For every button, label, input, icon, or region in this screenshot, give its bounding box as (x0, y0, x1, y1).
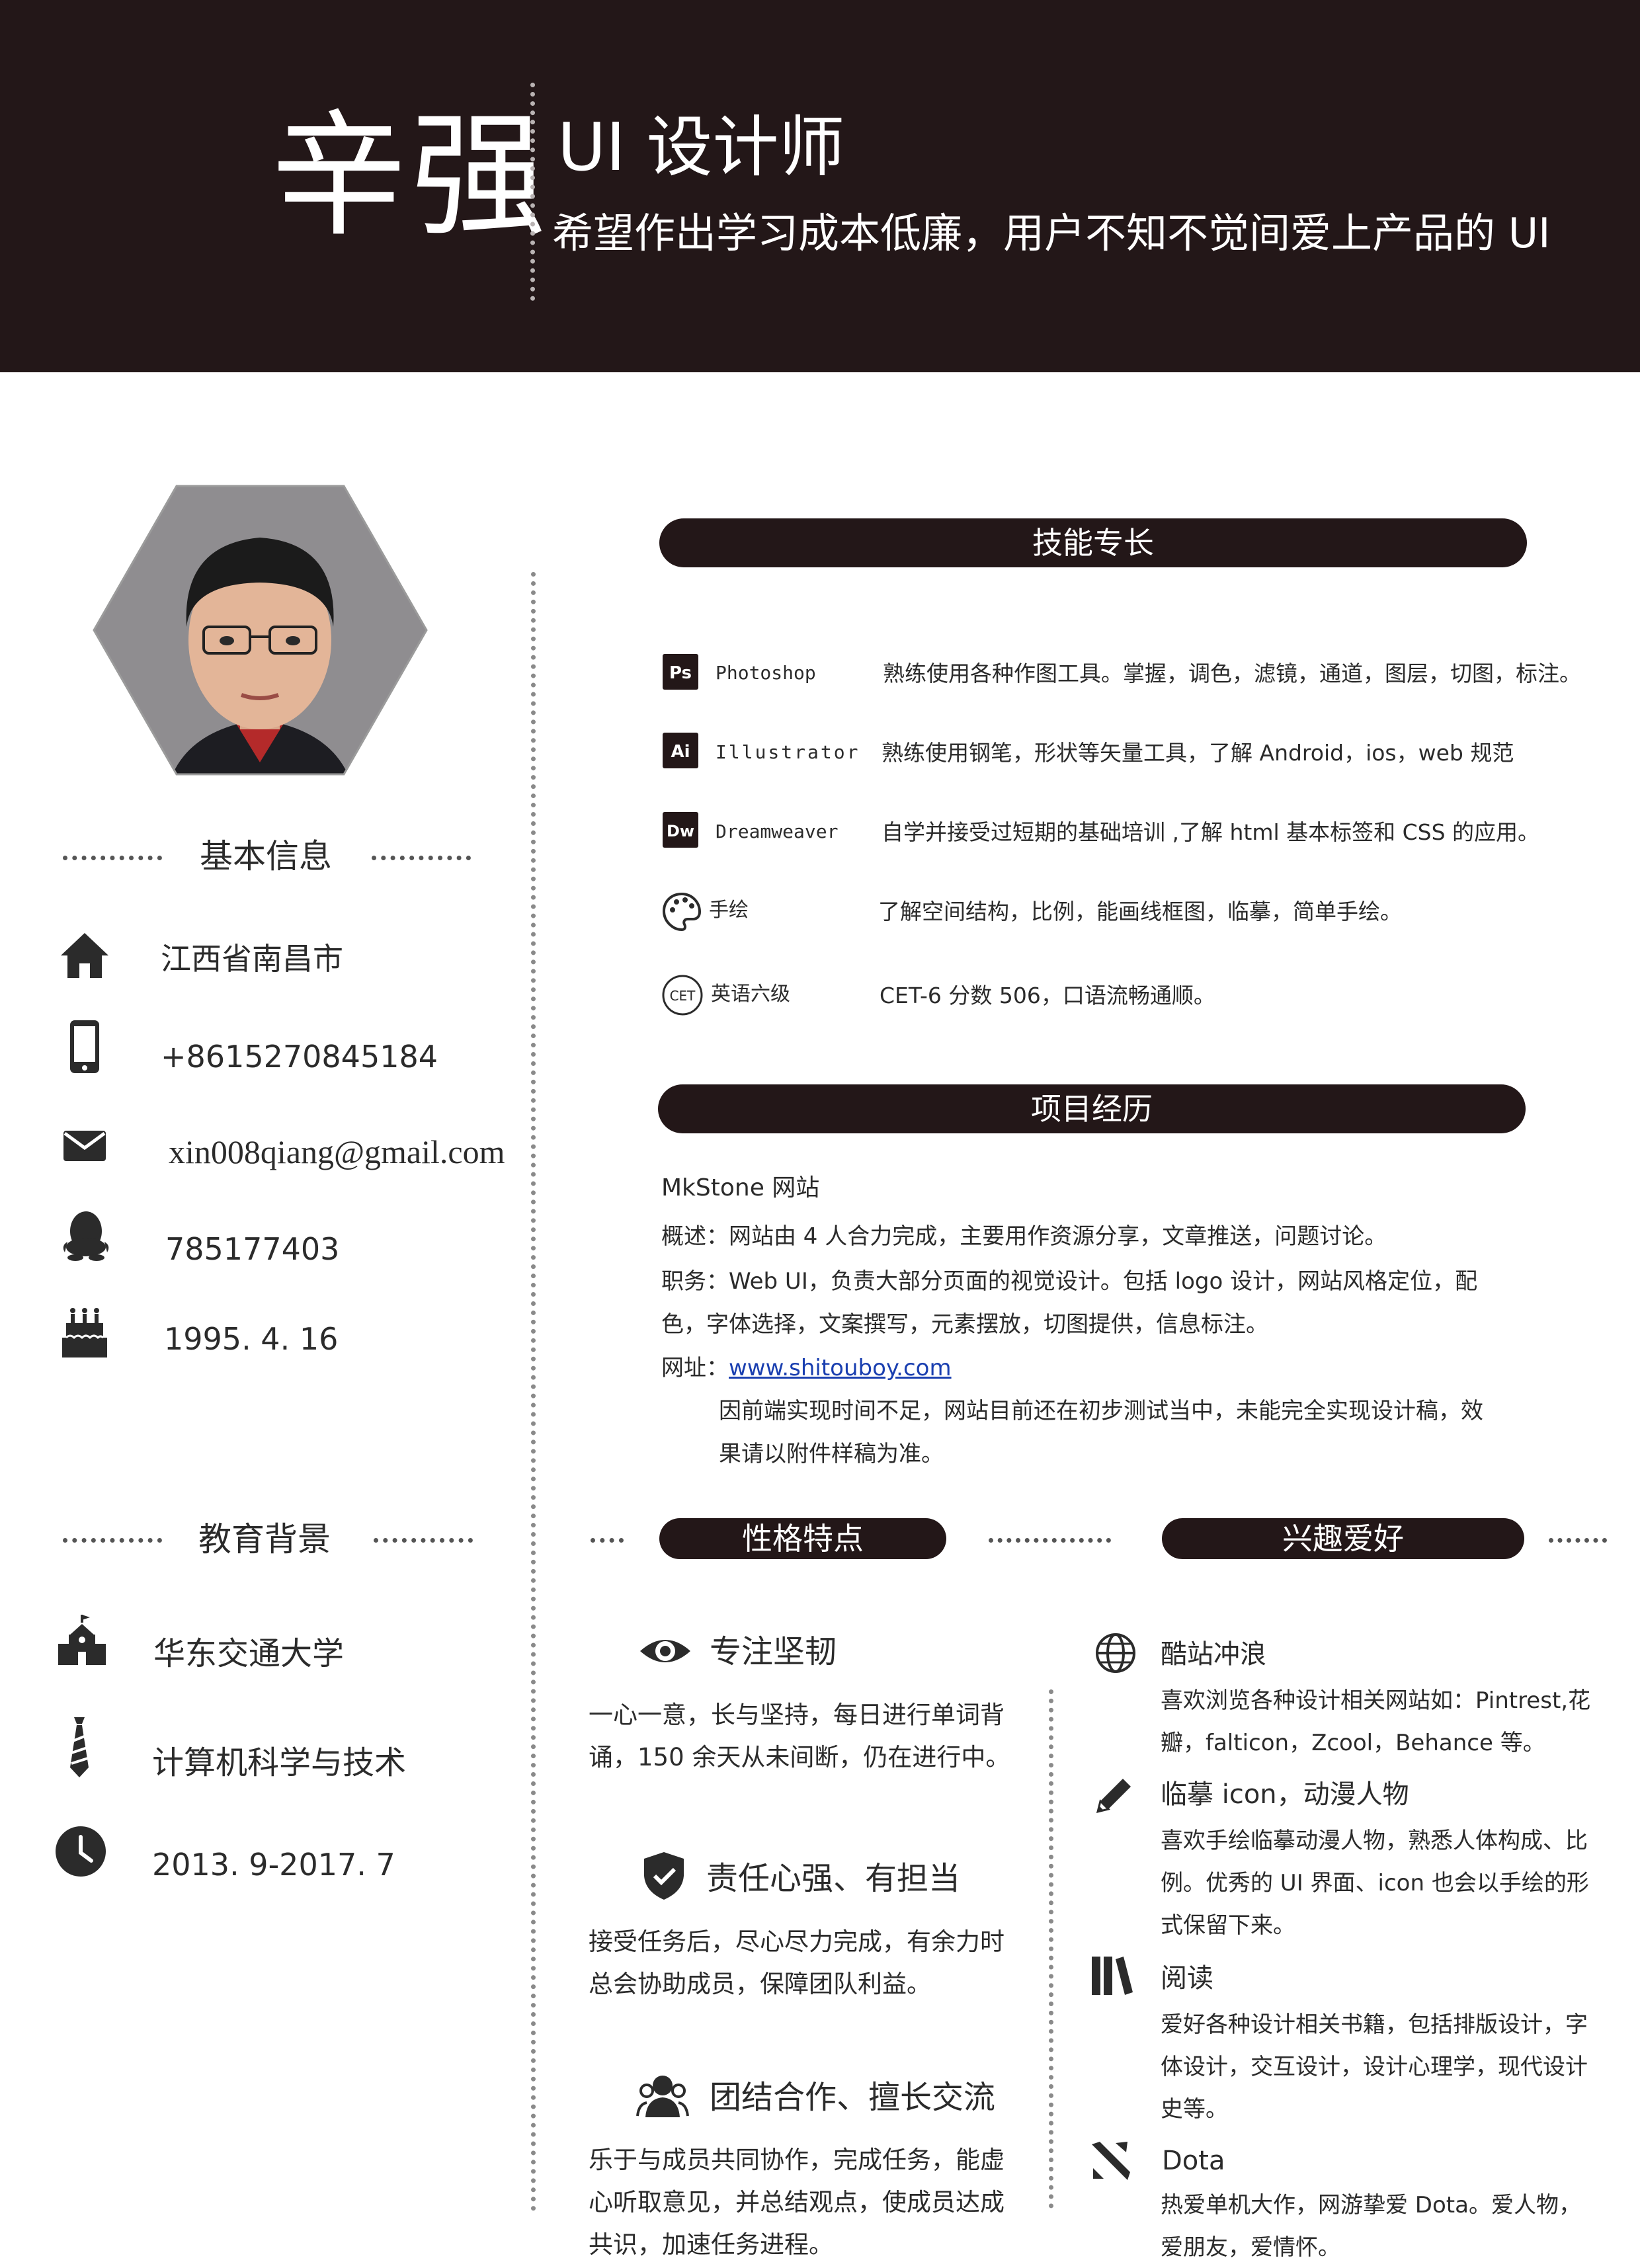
globe-icon (1092, 1630, 1139, 1676)
projects-section-header: 项目经历 (658, 1084, 1526, 1133)
skill-desc-handdrawing: 了解空间结构，比例，能画线框图，临摹，简单手绘。 (878, 899, 1402, 924)
hobby-desc-reading: 爱好各种设计相关书籍，包括排版设计，字体设计，交互设计，设计心理学，现代设计史等… (1161, 2011, 1588, 2123)
study-period-text: 2013. 9-2017. 7 (152, 1847, 395, 1883)
cet-icon: CET (661, 974, 704, 1016)
hobby-title-drawing: 临摹 icon，动漫人物 (1161, 1779, 1409, 1810)
skill-desc-illustrator: 熟练使用钢笔，形状等矢量工具，了解 Android，ios，web 规范 (882, 740, 1514, 766)
project-note-line2: 果请以附件样稿为准。 (719, 1441, 944, 1467)
left-column-divider (531, 572, 536, 2212)
skill-name-cet6: 英语六级 (711, 983, 790, 1006)
skill-desc-photoshop: 熟练使用各种作图工具。掌握，调色，滤镜，通道，图层，切图，标注。 (883, 661, 1581, 686)
mail-icon (58, 1124, 111, 1166)
skill-desc-cet6: CET-6 分数 506，口语流畅通顺。 (880, 983, 1215, 1008)
tie-icon (60, 1716, 99, 1779)
phone-text[interactable]: +8615270845184 (161, 1041, 438, 1072)
qq-text: 785177403 (165, 1231, 340, 1267)
basic-info-dots-left (63, 856, 162, 860)
school-icon (56, 1613, 108, 1666)
project-url-row: 网址：www.shitouboy.com (661, 1347, 952, 1390)
email-text[interactable]: xin008qiang@gmail.com (169, 1135, 505, 1168)
svg-text:CET: CET (670, 988, 696, 1004)
slogan: 希望作出学习成本低廉，用户不知不觉间爱上产品的 UI (552, 209, 1551, 257)
svg-text:Dw: Dw (667, 822, 694, 840)
illustrator-icon: Ai (663, 733, 698, 768)
header-banner: 辛强 UI 设计师 希望作出学习成本低廉，用户不知不觉间爱上产品的 UI (0, 0, 1640, 372)
project-role-line1: 职务：Web UI，负责大部分页面的视觉设计。包括 logo 设计，网站风格定位… (661, 1268, 1478, 1295)
header-divider (530, 83, 535, 301)
trait-title-focus: 专注坚韧 (710, 1633, 837, 1670)
education-dots-left (63, 1538, 162, 1543)
qq-icon (60, 1209, 112, 1262)
hobbies-section-header: 兴趣爱好 (1162, 1518, 1524, 1559)
skill-desc-dreamweaver: 自学并接受过短期的基础培训 ,了解 html 基本标签和 CSS 的应用。 (882, 819, 1540, 845)
education-dots-right (374, 1538, 473, 1543)
school-text: 华东交通大学 (153, 1635, 345, 1672)
hobby-title-reading: 阅读 (1161, 1963, 1213, 1994)
palette-icon (661, 891, 702, 932)
hobby-title-dota: Dota (1162, 2146, 1225, 2176)
birthday-text: 1995. 4. 16 (164, 1321, 339, 1357)
candidate-name: 辛强 (271, 98, 550, 255)
basic-info-title: 基本信息 (200, 837, 332, 875)
svg-text:Ps: Ps (669, 663, 692, 683)
trait-desc-focus: 一心一意，长与坚持，每日进行单词背诵，150 余天从未间断，仍在进行中。 (589, 1701, 1010, 1771)
clock-icon (54, 1825, 107, 1878)
eye-icon (637, 1623, 693, 1679)
project-role-line2: 色，字体选择，文案撰写，元素摆放，切图提供，信息标注。 (661, 1311, 1268, 1338)
project-url-link[interactable]: www.shitouboy.com (729, 1355, 952, 1381)
profile-photo (93, 485, 428, 776)
dota-icon (1088, 2138, 1134, 2184)
personality-section-header: 性格特点 (659, 1518, 946, 1559)
project-note-line1: 因前端实现时间不足，网站目前还在初步测试当中，未能完全实现设计稿，效 (719, 1398, 1483, 1424)
project-url-label: 网址： (661, 1355, 729, 1381)
job-title: UI 设计师 (557, 108, 845, 186)
shield-check-icon (637, 1849, 690, 1902)
project-overview: 概述：网站由 4 人合力完成，主要用作资源分享，文章推送，问题讨论。 (661, 1223, 1387, 1250)
team-icon (636, 2070, 689, 2123)
dreamweaver-icon: Dw (663, 812, 698, 848)
personality-dots-left (591, 1538, 624, 1543)
skill-name-illustrator: Illustrator (716, 741, 860, 763)
trait-title-teamwork: 团结合作、擅长交流 (710, 2079, 996, 2116)
education-title: 教育背景 (198, 1520, 331, 1559)
address-text: 江西省南昌市 (161, 941, 343, 977)
hobby-desc-dota: 热爱单机大作，网游挚爱 Dota。爱人物，爱朋友，爱情怀。 (1161, 2192, 1581, 2261)
major-text: 计算机科学与技术 (152, 1744, 407, 1781)
skills-section-header: 技能专长 (659, 518, 1527, 567)
books-icon (1089, 1953, 1135, 1999)
bottom-column-divider (1049, 1689, 1053, 2208)
project-name: MkStone 网站 (661, 1174, 820, 1201)
photoshop-icon: Ps (663, 654, 698, 690)
hobby-title-websurfing: 酷站冲浪 (1161, 1639, 1266, 1670)
personality-dots-right (989, 1538, 1111, 1543)
trait-desc-responsibility: 接受任务后，尽心尽力完成，有余力时总会协助成员，保障团队利益。 (589, 1927, 1004, 1998)
hobby-desc-drawing: 喜欢手绘临摹动漫人物，熟悉人体构成、比例。优秀的 UI 界面、icon 也会以手… (1161, 1828, 1589, 1939)
basic-info-dots-right (372, 856, 471, 860)
trait-title-responsibility: 责任心强、有担当 (706, 1860, 961, 1897)
phone-icon (58, 1018, 111, 1075)
svg-text:Ai: Ai (671, 742, 690, 762)
pencil-icon (1091, 1772, 1137, 1818)
skill-name-photoshop: Photoshop (716, 662, 816, 684)
birthday-cake-icon (58, 1306, 111, 1359)
home-icon (58, 929, 111, 982)
skill-name-handdrawing: 手绘 (709, 899, 749, 922)
hobby-desc-websurfing: 喜欢浏览各种设计相关网站如：Pintrest,花瓣，falticon，Zcool… (1161, 1687, 1591, 1756)
skill-name-dreamweaver: Dreamweaver (716, 821, 839, 842)
hobbies-dots-right (1549, 1538, 1607, 1543)
trait-desc-teamwork: 乐于与成员共同协作，完成任务，能虚心听取意见，并总结观点，使成员达成共识，加速任… (589, 2146, 1004, 2259)
